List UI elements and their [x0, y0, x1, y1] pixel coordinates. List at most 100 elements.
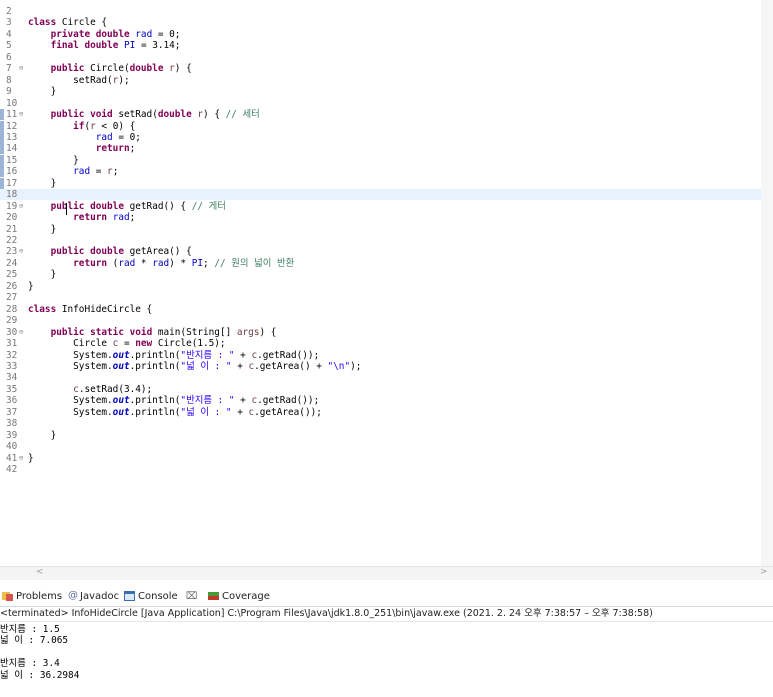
line-gutter: 18	[0, 189, 34, 200]
code-line[interactable]: 6	[0, 52, 773, 63]
line-number: 35	[6, 383, 18, 395]
code-line[interactable]: 28 class InfoHideCircle {	[0, 304, 773, 315]
code-line[interactable]: 3 class Circle {	[0, 17, 773, 28]
code-text: }	[28, 280, 34, 292]
code-line[interactable]: 42	[0, 464, 773, 475]
line-number: 28	[6, 303, 18, 315]
code-line[interactable]: 19 ⊖ public double getRad() { // 게터	[0, 201, 773, 212]
code-line[interactable]: 21 }	[0, 224, 773, 235]
code-text: class InfoHideCircle {	[28, 303, 153, 315]
code-line[interactable]: 10	[0, 98, 773, 109]
horizontal-scrollbar[interactable]: < >	[0, 566, 773, 580]
code-line[interactable]: 12 if(r < 0) {	[0, 120, 773, 132]
line-number: 30	[6, 326, 18, 338]
tab-coverage[interactable]: Coverage	[208, 589, 270, 604]
change-marker	[0, 177, 4, 189]
line-gutter: 10	[0, 98, 34, 109]
code-line[interactable]: 15 }	[0, 154, 773, 166]
code-line[interactable]: 5 final double PI = 3.14;	[0, 40, 773, 51]
code-text: setRad(r);	[28, 74, 130, 86]
line-number: 14	[6, 143, 18, 155]
code-text: rad = r;	[73, 166, 119, 178]
close-icon[interactable]: ⌧	[186, 591, 198, 602]
line-number: 42	[6, 464, 18, 475]
code-line[interactable]: 38	[0, 418, 773, 429]
console-line: 넓 이 : 7.065	[0, 635, 69, 647]
scroll-left-arrow-icon[interactable]: <	[36, 567, 44, 577]
code-line[interactable]: 41 ⊖}	[0, 453, 773, 464]
scroll-right-arrow-icon[interactable]: >	[760, 567, 768, 577]
code-line[interactable]: 8 setRad(r);	[0, 75, 773, 86]
code-text: public double getRad() { // 게터	[50, 200, 226, 212]
code-line[interactable]: 32 System.out.println("반지름 : " + c.getRa…	[0, 350, 773, 361]
line-number: 33	[6, 360, 18, 372]
fold-collapse-icon[interactable]: ⊖	[19, 327, 23, 338]
code-line[interactable]: 27	[0, 292, 773, 303]
line-gutter: 22	[0, 235, 34, 246]
line-gutter: 34	[0, 372, 34, 383]
code-text: }	[28, 177, 57, 189]
line-number: 15	[6, 154, 18, 166]
line-gutter: 29	[0, 315, 34, 326]
code-line[interactable]: 13 rad = 0;	[0, 131, 773, 143]
code-line[interactable]: 29	[0, 315, 773, 326]
line-number: 11	[6, 109, 18, 121]
code-line[interactable]: 18	[0, 189, 773, 201]
code-line[interactable]: 11 ⊖ public void setRad(double r) { // 세터	[0, 109, 773, 121]
fold-collapse-icon[interactable]: ⊖	[19, 246, 23, 257]
code-text: private double rad = 0;	[50, 28, 181, 40]
code-line[interactable]: 31 Circle c = new Circle(1.5);	[0, 338, 773, 349]
code-line[interactable]: 39 }	[0, 430, 773, 441]
tab-javadoc[interactable]: @ Javadoc	[68, 589, 119, 604]
fold-collapse-icon[interactable]: ⊖	[19, 109, 23, 120]
line-gutter: 38	[0, 418, 34, 429]
code-line[interactable]: 26}	[0, 281, 773, 292]
line-gutter: 6	[0, 52, 34, 63]
change-marker	[0, 109, 4, 121]
code-text: if(r < 0) {	[73, 120, 136, 132]
code-line[interactable]: 36 System.out.println("반지름 : " + c.getRa…	[0, 395, 773, 406]
code-line[interactable]: 4 private double rad = 0;	[0, 29, 773, 40]
code-line[interactable]: 17 }	[0, 177, 773, 189]
code-line[interactable]: 34	[0, 372, 773, 383]
code-line[interactable]: 23 ⊖ public double getArea() {	[0, 246, 773, 257]
line-number: 32	[6, 349, 18, 361]
code-line[interactable]: 25 }	[0, 269, 773, 280]
code-line[interactable]: 9 }	[0, 86, 773, 97]
code-editor[interactable]: 2 3 class Circle {4 private double rad = 0…	[0, 0, 773, 566]
code-line[interactable]: 22	[0, 235, 773, 246]
change-marker	[0, 166, 4, 178]
line-number: 20	[6, 212, 18, 224]
line-number: 16	[6, 166, 18, 178]
line-gutter: 27	[0, 292, 34, 303]
line-number: 22	[6, 235, 18, 246]
fold-collapse-icon[interactable]: ⊖	[19, 63, 23, 74]
code-line[interactable]: 35 c.setRad(3.4);	[0, 384, 773, 395]
vertical-scrollbar[interactable]	[761, 0, 773, 566]
javadoc-at-icon: @	[68, 590, 78, 601]
fold-collapse-icon[interactable]: ⊖	[19, 453, 23, 464]
line-number: 8	[6, 74, 12, 86]
tab-problems[interactable]: Problems	[2, 589, 62, 604]
line-number: 38	[6, 418, 18, 430]
tab-console[interactable]: Console ⌧	[124, 589, 197, 604]
console-output[interactable]: 반지름 : 1.5 넓 이 : 7.065 반지름 : 3.4 넓 이 : 36.29…	[0, 623, 773, 697]
code-text: public Circle(double r) {	[50, 63, 192, 75]
code-line[interactable]: 7 ⊖ public Circle(double r) {	[0, 63, 773, 74]
code-line[interactable]: 14 return;	[0, 143, 773, 155]
code-line[interactable]: 20 return rad;	[0, 212, 773, 223]
code-line[interactable]: 16 rad = r;	[0, 166, 773, 178]
code-line[interactable]: 40	[0, 441, 773, 452]
code-line[interactable]: 33 System.out.println("넓 이 : " + c.getAr…	[0, 361, 773, 372]
line-number: 9	[6, 86, 12, 98]
code-line[interactable]: 2	[0, 6, 773, 17]
code-line[interactable]: 30 ⊖ public static void main(String[] arg…	[0, 327, 773, 338]
tab-label: Problems	[16, 591, 63, 602]
fold-collapse-icon[interactable]: ⊖	[19, 201, 23, 212]
line-number: 12	[6, 120, 18, 132]
code-line[interactable]: 37 System.out.println("넓 이 : " + c.getAr…	[0, 407, 773, 418]
line-number: 36	[6, 395, 18, 407]
console-line: 반지름 : 3.4	[0, 658, 60, 670]
code-line[interactable]: 24 return (rad * rad) * PI; // 원의 넓이 반환	[0, 258, 773, 269]
line-number: 27	[6, 292, 18, 304]
